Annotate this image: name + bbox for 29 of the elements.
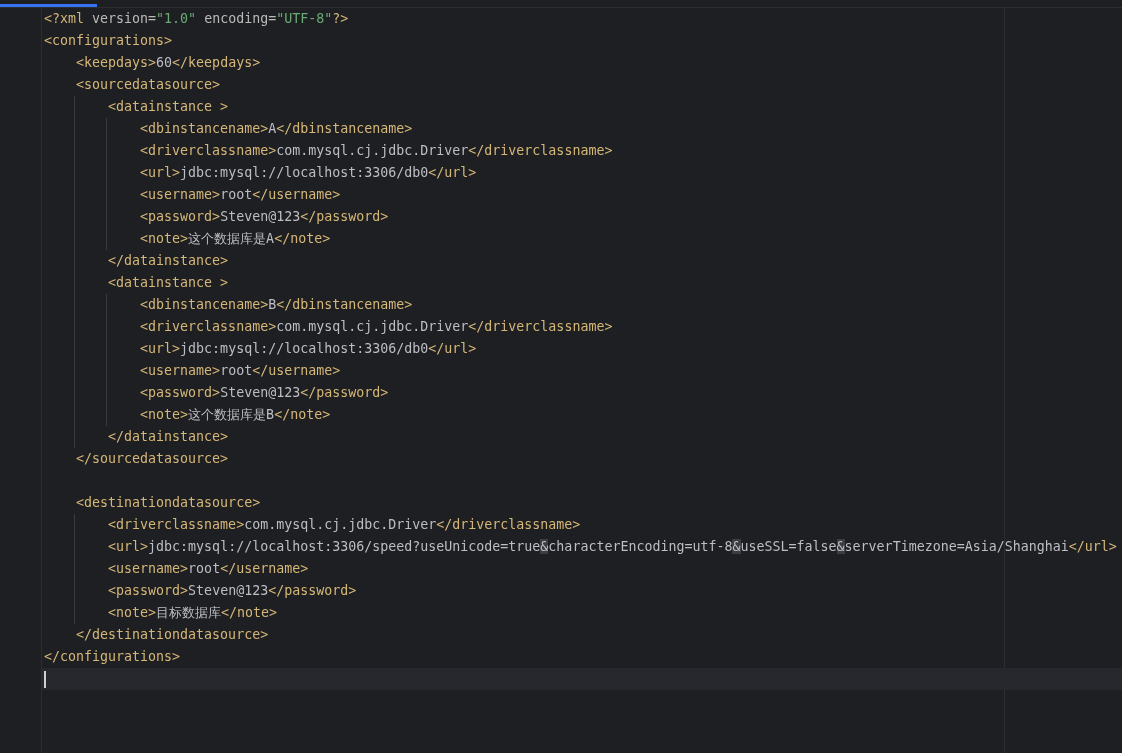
code-line: </sourcedatasource> [75, 450, 229, 468]
code-line: <username>root</username> [139, 362, 341, 380]
code-line: <dbinstancename>B</dbinstancename> [139, 296, 413, 314]
code-line: </configurations> [44, 648, 181, 666]
code-line: <url>jdbc:mysql://localhost:3306/speed?useUnicode=true&characterEncoding=utf-8&useSSL=false&serverTimezone=Asia/Shanghai</url> [107, 538, 1117, 556]
code-line: <note>这个数据库是A</note> [139, 230, 331, 248]
code-line: </datainstance> [107, 428, 229, 446]
code-line: <keepdays>60</keepdays> [75, 54, 261, 72]
code-line: <password>Steven@123</password> [139, 208, 389, 226]
code-line: <driverclassname>com.mysql.cj.jdbc.Driver</driverclassname> [107, 516, 581, 534]
code-line: <dbinstancename>A</dbinstancename> [139, 120, 413, 138]
code-line: <driverclassname>com.mysql.cj.jdbc.Driver</driverclassname> [139, 318, 613, 336]
code-line: <destinationdatasource> [75, 494, 261, 512]
code-line: <sourcedatasource> [75, 76, 221, 94]
code-line: <username>root</username> [139, 186, 341, 204]
code-line: <?xml version="1.0" encoding="UTF-8"?> [44, 10, 349, 28]
code-line: </destinationdatasource> [75, 626, 269, 644]
code-line: <datainstance > [107, 274, 229, 292]
code-line: <password>Steven@123</password> [107, 582, 357, 600]
code-line: <username>root</username> [107, 560, 309, 578]
code-line: <driverclassname>com.mysql.cj.jdbc.Driver</driverclassname> [139, 142, 613, 160]
code-line: <url>jdbc:mysql://localhost:3306/db0</url> [139, 340, 477, 358]
code-line: <note>这个数据库是B</note> [139, 406, 331, 424]
code-line: <note>目标数据库</note> [107, 604, 278, 622]
code-line: <configurations> [44, 32, 173, 50]
code-line: <datainstance > [107, 98, 229, 116]
code-line: <password>Steven@123</password> [139, 384, 389, 402]
code-line: <url>jdbc:mysql://localhost:3306/db0</url> [139, 164, 477, 182]
code-line: </datainstance> [107, 252, 229, 270]
